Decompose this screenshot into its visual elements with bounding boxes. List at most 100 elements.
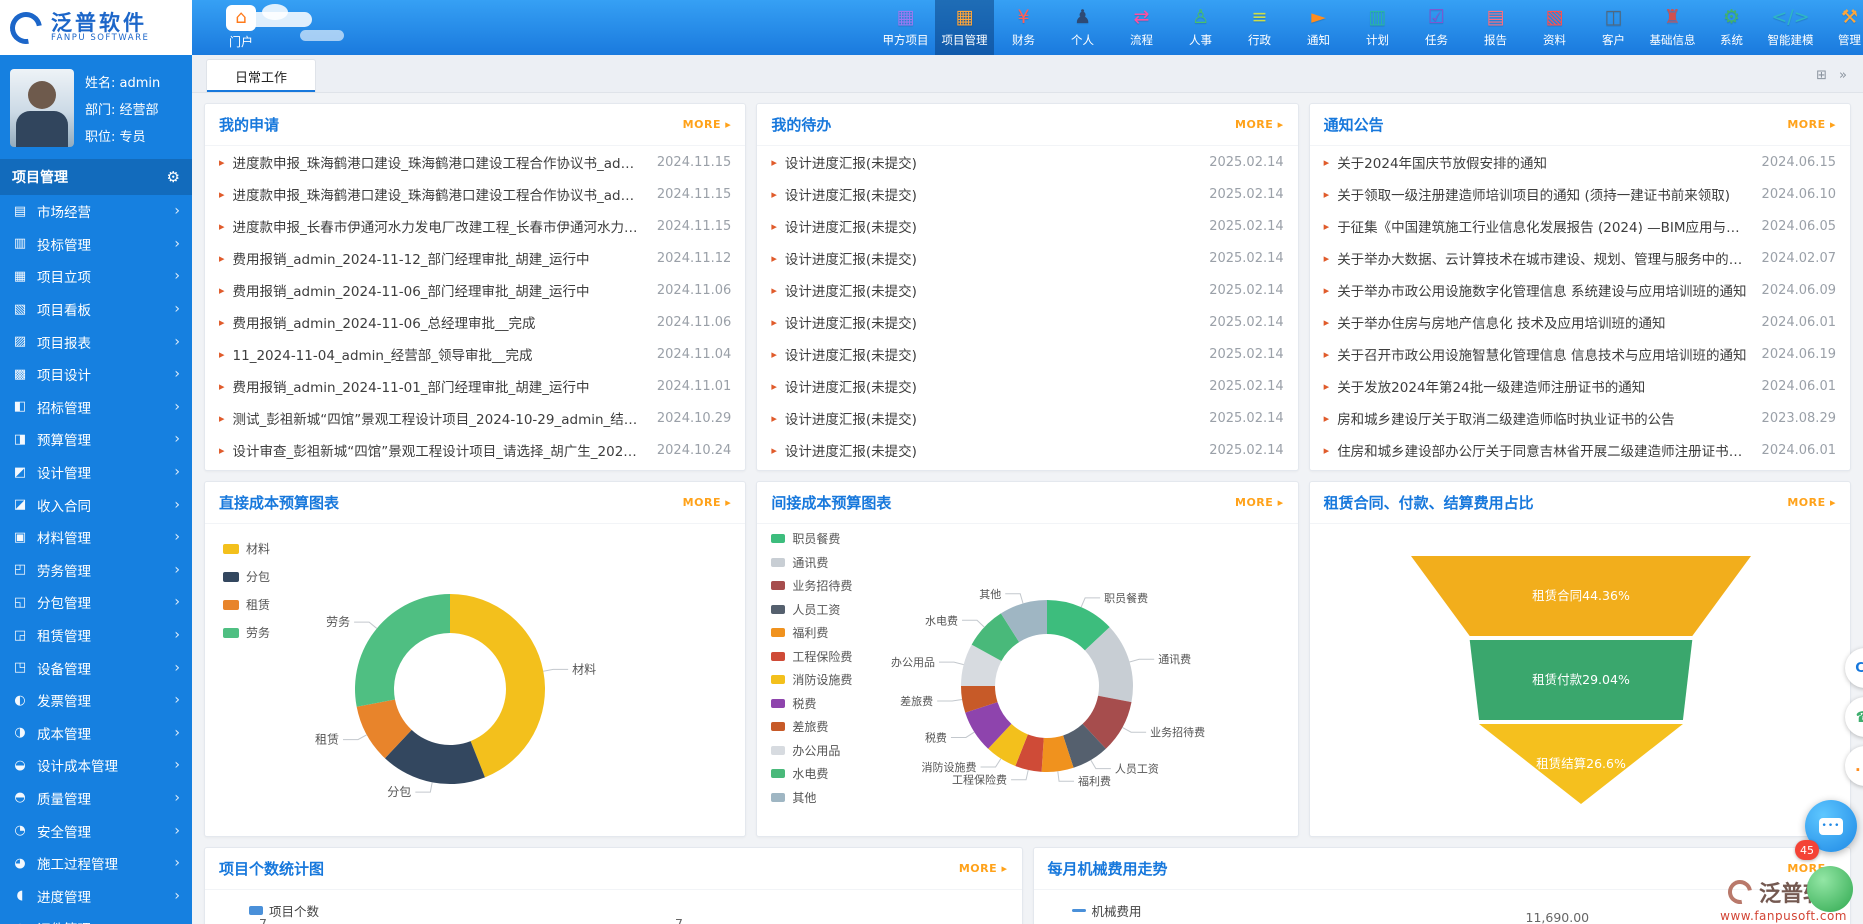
sidebar-item-15[interactable]: ◐发票管理› bbox=[0, 684, 192, 717]
legend-item[interactable]: 业务招待费 bbox=[771, 577, 852, 594]
list-item[interactable]: 房和城乡建设厅关于取消二级建造师临时执业证书的公告2023.08.29 bbox=[1310, 402, 1850, 434]
list-item[interactable]: 设计审查_彭祖新城“四馆”景观工程设计项目_请选择_胡广生_2024-10-2.… bbox=[205, 434, 745, 466]
legend-item[interactable]: 消防设施费 bbox=[771, 671, 852, 688]
list-item[interactable]: 关于2024年国庆节放假安排的通知2024.06.15 bbox=[1310, 146, 1850, 178]
sidebar-item-2[interactable]: ▦项目立项› bbox=[0, 260, 192, 293]
list-item[interactable]: 关于领取一级注册建造师培训项目的通知 (须持一建证书前来领取)2024.06.1… bbox=[1310, 178, 1850, 210]
more-button[interactable]: MORE bbox=[1787, 496, 1836, 509]
legend-item[interactable]: 材料 bbox=[223, 540, 270, 557]
list-item[interactable]: 进度款申报_珠海鹤港口建设_珠海鹤港口建设工程合作协议书_admin_...20… bbox=[205, 146, 745, 178]
sidebar-item-20[interactable]: ◕施工过程管理› bbox=[0, 847, 192, 880]
sidebar-item-11[interactable]: ◰劳务管理› bbox=[0, 554, 192, 587]
shortcut-icon[interactable]: ⊞ bbox=[1816, 68, 1827, 83]
list-item[interactable]: 设计进度汇报(未提交)2025.02.14 bbox=[757, 242, 1297, 274]
sidebar-item-10[interactable]: ▣材料管理› bbox=[0, 521, 192, 554]
legend-item[interactable]: 福利费 bbox=[771, 624, 852, 641]
more-button[interactable]: MORE bbox=[959, 862, 1008, 875]
ca-cert-button[interactable]: CA bbox=[1845, 648, 1863, 688]
legend-item[interactable]: 劳务 bbox=[223, 624, 270, 641]
sidebar-item-14[interactable]: ◳设备管理› bbox=[0, 651, 192, 684]
list-item[interactable]: 于征集《中国建筑施工行业信息化发展报告 (2024) —BIM应用与发展》材料.… bbox=[1310, 210, 1850, 242]
legend-item[interactable]: 工程保险费 bbox=[771, 648, 852, 665]
list-item[interactable]: 关于发放2024年第24批一级建造师注册证书的通知2024.06.01 bbox=[1310, 370, 1850, 402]
topnav-item-14[interactable]: ⚙系统 bbox=[1702, 0, 1761, 55]
topnav-item-15[interactable]: </>智能建模 bbox=[1761, 0, 1820, 55]
sidebar-item-22[interactable]: ◈证件管理› bbox=[0, 912, 192, 924]
topnav-item-10[interactable]: ▤报告 bbox=[1466, 0, 1525, 55]
topnav-item-0[interactable]: ▦甲方项目 bbox=[876, 0, 935, 55]
topnav-item-8[interactable]: ▥计划 bbox=[1348, 0, 1407, 55]
sidebar-item-12[interactable]: ◱分包管理› bbox=[0, 586, 192, 619]
list-item[interactable]: 设计进度汇报(未提交)2025.02.14 bbox=[757, 306, 1297, 338]
topnav-item-7[interactable]: ►通知 bbox=[1289, 0, 1348, 55]
sidebar-item-9[interactable]: ◪收入合同› bbox=[0, 488, 192, 521]
legend-item[interactable]: 机械费用 bbox=[1072, 901, 1142, 920]
list-item[interactable]: 11_2024-11-04_admin_经营部_领导审批__完成2024.11.… bbox=[205, 338, 745, 370]
list-item[interactable]: 设计进度汇报(未提交)2025.02.14 bbox=[757, 338, 1297, 370]
sidebar-item-5[interactable]: ▩项目设计› bbox=[0, 358, 192, 391]
list-item[interactable]: 进度款申报_珠海鹤港口建设_珠海鹤港口建设工程合作协议书_admin_...20… bbox=[205, 178, 745, 210]
topnav-item-1[interactable]: ▦项目管理 bbox=[935, 0, 994, 55]
sidebar-item-3[interactable]: ▧项目看板› bbox=[0, 293, 192, 326]
more-button[interactable]: MORE bbox=[1235, 496, 1284, 509]
sidebar-item-0[interactable]: ▤市场经营› bbox=[0, 195, 192, 228]
legend-item[interactable]: 其他 bbox=[771, 789, 852, 806]
more-button[interactable]: MORE bbox=[683, 496, 732, 509]
sidebar-item-13[interactable]: ◲租赁管理› bbox=[0, 619, 192, 652]
sidebar-item-6[interactable]: ◧招标管理› bbox=[0, 391, 192, 424]
more-button[interactable]: MORE bbox=[1787, 118, 1836, 131]
legend-item[interactable]: 办公用品 bbox=[771, 742, 852, 759]
topnav-item-2[interactable]: ¥财务 bbox=[994, 0, 1053, 55]
service-phone-button[interactable]: ☎ bbox=[1845, 697, 1863, 737]
topnav-item-11[interactable]: ▧资料 bbox=[1525, 0, 1584, 55]
legend-item[interactable]: 分包 bbox=[223, 568, 270, 585]
sidebar-item-21[interactable]: ◖进度管理› bbox=[0, 879, 192, 912]
list-item[interactable]: 进度款申报_长春市伊通河水力发电厂改建工程_长春市伊通河水力发电...2024.… bbox=[205, 210, 745, 242]
list-item[interactable]: 费用报销_admin_2024-11-12_部门经理审批_胡建_运行中2024.… bbox=[205, 242, 745, 274]
tab-daily-work[interactable]: 日常工作 bbox=[206, 59, 316, 92]
sidebar-item-1[interactable]: ▥投标管理› bbox=[0, 228, 192, 261]
feedback-button[interactable]: ... bbox=[1845, 746, 1863, 786]
sidebar-item-7[interactable]: ◨预算管理› bbox=[0, 423, 192, 456]
list-item[interactable]: 设计进度汇报(未提交)2025.02.14 bbox=[757, 434, 1297, 466]
list-item[interactable]: 设计进度汇报(未提交)2025.02.14 bbox=[757, 178, 1297, 210]
topnav-item-3[interactable]: ♟个人 bbox=[1053, 0, 1112, 55]
list-item[interactable]: 关于召开市政公用设施智慧化管理信息 信息技术与应用培训班的通知2024.06.1… bbox=[1310, 338, 1850, 370]
sidebar-item-16[interactable]: ◑成本管理› bbox=[0, 717, 192, 750]
list-item[interactable]: 设计进度汇报(未提交)2025.02.14 bbox=[757, 146, 1297, 178]
list-item[interactable]: 关于举办住房与房地产信息化 技术及应用培训班的通知2024.06.01 bbox=[1310, 306, 1850, 338]
legend-item[interactable]: 通讯费 bbox=[771, 554, 852, 571]
list-item[interactable]: 设计进度汇报(未提交)2025.02.14 bbox=[757, 274, 1297, 306]
topnav-item-16[interactable]: ⚒管理 bbox=[1820, 0, 1863, 55]
topnav-item-6[interactable]: ≡行政 bbox=[1230, 0, 1289, 55]
legend-item[interactable]: 税费 bbox=[771, 695, 852, 712]
topnav-item-12[interactable]: ◫客户 bbox=[1584, 0, 1643, 55]
sidebar-item-18[interactable]: ◓质量管理› bbox=[0, 782, 192, 815]
portal-button[interactable]: ⌂ 门户 bbox=[210, 3, 272, 53]
legend-item[interactable]: 差旅费 bbox=[771, 718, 852, 735]
topnav-item-4[interactable]: ⇄流程 bbox=[1112, 0, 1171, 55]
contact-button[interactable] bbox=[1807, 866, 1853, 912]
list-item[interactable]: 费用报销_admin_2024-11-06_总经理审批__完成2024.11.0… bbox=[205, 306, 745, 338]
sidebar-item-4[interactable]: ▨项目报表› bbox=[0, 325, 192, 358]
list-item[interactable]: 设计进度汇报(未提交)2025.02.14 bbox=[757, 402, 1297, 434]
more-button[interactable]: MORE bbox=[683, 118, 732, 131]
sidebar-item-19[interactable]: ◔安全管理› bbox=[0, 814, 192, 847]
list-item[interactable]: 费用报销_admin_2024-11-06_部门经理审批_胡建_运行中2024.… bbox=[205, 274, 745, 306]
list-item[interactable]: 住房和城乡建设部办公厅关于同意吉林省开展二级建造师注册证书电子化试点...202… bbox=[1310, 434, 1850, 466]
topnav-item-13[interactable]: ♜基础信息 bbox=[1643, 0, 1702, 55]
more-button[interactable]: MORE bbox=[1235, 118, 1284, 131]
sidebar-item-17[interactable]: ◒设计成本管理› bbox=[0, 749, 192, 782]
legend-item[interactable]: 水电费 bbox=[771, 765, 852, 782]
legend-item[interactable]: 职员餐费 bbox=[771, 530, 852, 547]
list-item[interactable]: 设计进度汇报(未提交)2025.02.14 bbox=[757, 210, 1297, 242]
legend-item[interactable]: 租赁 bbox=[223, 596, 270, 613]
topnav-item-9[interactable]: ☑任务 bbox=[1407, 0, 1466, 55]
legend-item[interactable]: 人员工资 bbox=[771, 601, 852, 618]
list-item[interactable]: 关于举办市政公用设施数字化管理信息 系统建设与应用培训班的通知2024.06.0… bbox=[1310, 274, 1850, 306]
collapse-panel-icon[interactable]: » bbox=[1839, 68, 1847, 83]
gear-icon[interactable]: ⚙ bbox=[167, 168, 180, 186]
topnav-item-5[interactable]: ♙人事 bbox=[1171, 0, 1230, 55]
sidebar-item-8[interactable]: ◩设计管理› bbox=[0, 456, 192, 489]
list-item[interactable]: 费用报销_admin_2024-11-01_部门经理审批_胡建_运行中2024.… bbox=[205, 370, 745, 402]
